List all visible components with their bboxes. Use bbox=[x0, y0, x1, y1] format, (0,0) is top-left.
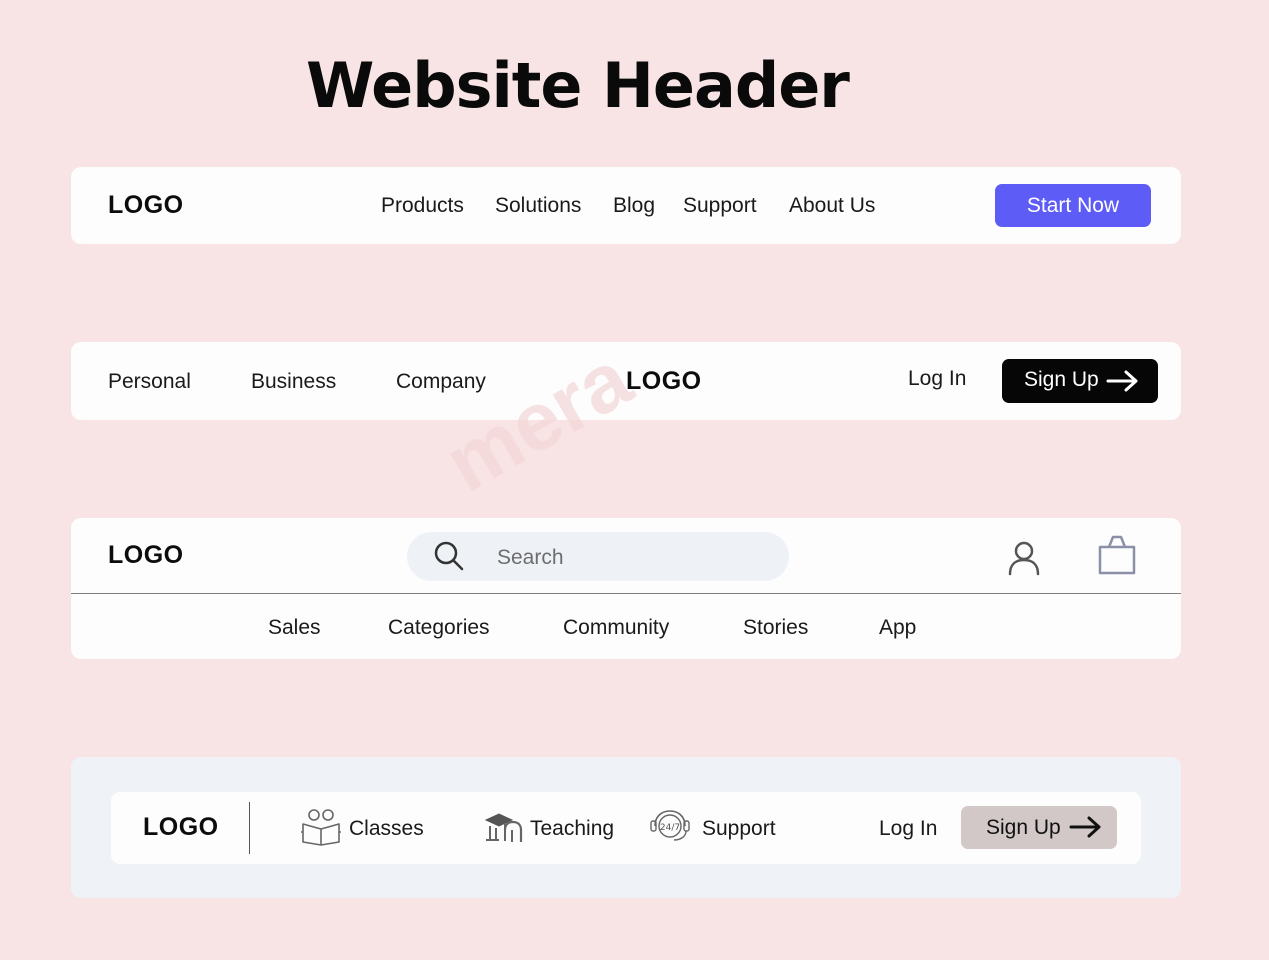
sign-up-label: Sign Up bbox=[1024, 368, 1099, 391]
sign-up-button[interactable]: Sign Up bbox=[961, 806, 1117, 849]
arrow-right-icon bbox=[1106, 369, 1140, 393]
nav-link-business[interactable]: Business bbox=[251, 370, 336, 394]
shopping-bag-icon[interactable] bbox=[1097, 535, 1137, 575]
classes-icon bbox=[301, 808, 341, 846]
header-variant-2: Personal Business Company LOGO Log In Si… bbox=[71, 342, 1181, 420]
teaching-icon bbox=[483, 810, 525, 844]
user-icon[interactable] bbox=[1007, 540, 1041, 576]
login-link[interactable]: Log In bbox=[908, 367, 966, 391]
sign-up-button[interactable]: Sign Up bbox=[1002, 359, 1158, 403]
nav-label-support: Support bbox=[702, 817, 776, 840]
search-input[interactable] bbox=[495, 532, 769, 583]
start-now-button[interactable]: Start Now bbox=[995, 184, 1151, 227]
nav-link-community[interactable]: Community bbox=[563, 616, 669, 640]
header-variant-1: LOGO Products Solutions Blog Support Abo… bbox=[71, 167, 1181, 244]
search-icon bbox=[433, 540, 465, 572]
logo[interactable]: LOGO bbox=[108, 191, 184, 220]
sign-up-label: Sign Up bbox=[986, 816, 1061, 839]
login-link[interactable]: Log In bbox=[879, 817, 937, 841]
nav-link-company[interactable]: Company bbox=[396, 370, 486, 394]
header-variant-3: LOGO Sales Categories Community Stories … bbox=[71, 518, 1181, 659]
page-title: Website Header bbox=[306, 49, 850, 122]
support-24-7-icon: 24/7 bbox=[649, 808, 691, 844]
logo[interactable]: LOGO bbox=[108, 541, 184, 570]
vertical-divider bbox=[249, 802, 250, 854]
nav-link-solutions[interactable]: Solutions bbox=[495, 194, 581, 218]
header-inner: LOGO Classes Teaching 24/7 Support Log I… bbox=[111, 792, 1141, 864]
nav-link-personal[interactable]: Personal bbox=[108, 370, 191, 394]
nav-link-about-us[interactable]: About Us bbox=[789, 194, 875, 218]
header-variant-4: LOGO Classes Teaching 24/7 Support Log I… bbox=[71, 757, 1181, 898]
svg-text:24/7: 24/7 bbox=[660, 823, 680, 833]
nav-link-support[interactable]: Support bbox=[683, 194, 757, 218]
nav-label-teaching: Teaching bbox=[530, 817, 615, 840]
nav-link-products[interactable]: Products bbox=[381, 194, 464, 218]
nav-link-sales[interactable]: Sales bbox=[268, 616, 321, 640]
nav-link-categories[interactable]: Categories bbox=[388, 616, 490, 640]
header-divider bbox=[71, 593, 1181, 594]
logo[interactable]: LOGO bbox=[626, 367, 702, 396]
logo[interactable]: LOGO bbox=[143, 813, 219, 842]
nav-link-stories[interactable]: Stories bbox=[743, 616, 808, 640]
search-bar[interactable] bbox=[407, 532, 789, 583]
nav-link-app[interactable]: App bbox=[879, 616, 916, 640]
arrow-right-icon bbox=[1069, 815, 1103, 839]
nav-link-blog[interactable]: Blog bbox=[613, 194, 655, 218]
nav-label-classes: Classes bbox=[349, 817, 424, 840]
